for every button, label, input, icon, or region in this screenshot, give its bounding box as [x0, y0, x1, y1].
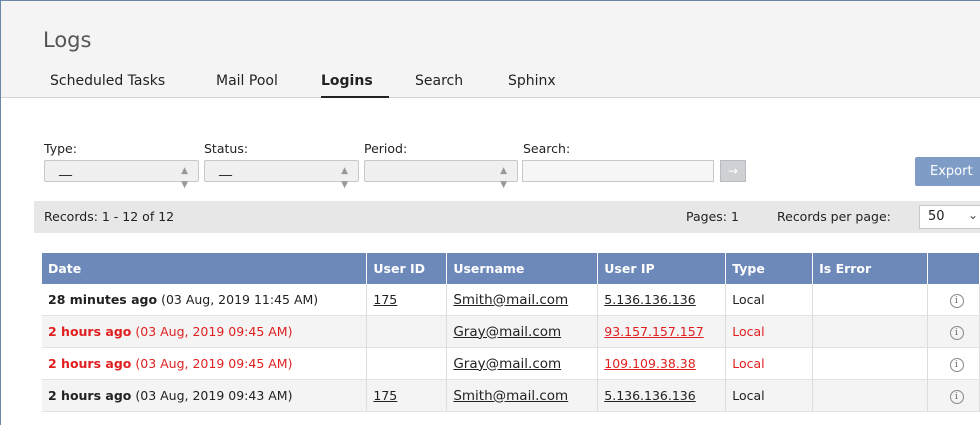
arrow-right-icon: → [727, 164, 739, 178]
logins-table: Date User ID Username User IP Type Is Er… [42, 253, 980, 412]
type-cell: Local [725, 379, 814, 412]
user-ip-link[interactable]: 109.109.38.38 [604, 356, 695, 371]
username-cell: Smith@mail.com [446, 284, 599, 316]
tab-scheduled-tasks[interactable]: Scheduled Tasks [50, 73, 165, 89]
pages-indicator: Pages: 1 [686, 209, 739, 224]
username-link[interactable]: Smith@mail.com [453, 292, 568, 308]
info-cell: i [927, 347, 980, 380]
search-input[interactable] [522, 160, 714, 182]
date-cell: 2 hours ago (03 Aug, 2019 09:43 AM) [42, 379, 368, 412]
info-icon[interactable]: i [949, 294, 964, 308]
username-link[interactable]: Gray@mail.com [453, 324, 561, 340]
search-filter-label: Search: [523, 141, 571, 156]
absolute-time: (03 Aug, 2019 09:43 AM) [135, 388, 293, 403]
relative-time: 2 hours ago [48, 388, 132, 403]
info-cell: i [927, 315, 980, 348]
column-header-is-error[interactable]: Is Error [812, 253, 928, 284]
info-cell: i [927, 284, 980, 316]
status-select-value: __ [219, 162, 232, 177]
search-go-button[interactable]: → [720, 160, 746, 182]
user-ip-cell: 93.157.157.157 [597, 315, 727, 348]
user-id-cell [366, 315, 448, 348]
username-link[interactable]: Gray@mail.com [453, 356, 561, 372]
type-cell: Local [725, 347, 814, 380]
username-link[interactable]: Smith@mail.com [453, 388, 568, 404]
relative-time: 2 hours ago [48, 324, 132, 339]
records-per-page-label: Records per page: [777, 209, 891, 224]
export-button[interactable]: Export [915, 157, 980, 186]
column-header-type[interactable]: Type [725, 253, 814, 284]
absolute-time: (03 Aug, 2019 09:45 AM) [135, 356, 293, 371]
table-row: 2 hours ago (03 Aug, 2019 09:43 AM) 175 … [42, 379, 980, 412]
user-ip-link[interactable]: 5.136.136.136 [604, 388, 695, 403]
user-id-cell [366, 347, 448, 380]
column-header-user-ip[interactable]: User IP [597, 253, 727, 284]
is-error-cell [812, 284, 928, 316]
tab-sphinx[interactable]: Sphinx [508, 73, 556, 89]
user-id-cell: 175 [366, 379, 448, 412]
absolute-time: (03 Aug, 2019 11:45 AM) [161, 292, 319, 307]
type-cell: Local [725, 284, 814, 316]
table-row: 2 hours ago (03 Aug, 2019 09:45 AM) Gray… [42, 347, 980, 380]
type-cell: Local [725, 315, 814, 348]
updown-arrow-icon: ▲ ▼ [181, 166, 188, 190]
user-ip-link[interactable]: 93.157.157.157 [604, 324, 703, 339]
tab-mail-pool[interactable]: Mail Pool [216, 73, 278, 89]
user-ip-link[interactable]: 5.136.136.136 [604, 292, 695, 307]
records-summary: Records: 1 - 12 of 12 [44, 209, 175, 224]
is-error-cell [812, 315, 928, 348]
table-row: 28 minutes ago (03 Aug, 2019 11:45 AM) 1… [42, 284, 980, 316]
info-icon[interactable]: i [949, 326, 964, 340]
updown-arrow-icon: ▲ ▼ [500, 166, 507, 190]
info-icon[interactable]: i [949, 358, 964, 372]
type-filter-label: Type: [44, 141, 77, 156]
table-header-row: Date User ID Username User IP Type Is Er… [42, 253, 980, 284]
column-header-date[interactable]: Date [42, 253, 368, 284]
user-id-link[interactable]: 175 [373, 292, 397, 307]
date-cell: 2 hours ago (03 Aug, 2019 09:45 AM) [42, 315, 368, 348]
info-cell: i [927, 379, 980, 412]
column-header-actions [927, 253, 980, 284]
active-tab-indicator [321, 96, 389, 98]
is-error-cell [812, 379, 928, 412]
is-error-cell [812, 347, 928, 380]
username-cell: Gray@mail.com [446, 347, 599, 380]
column-header-username[interactable]: Username [446, 253, 599, 284]
user-ip-cell: 5.136.136.136 [597, 284, 727, 316]
period-select[interactable]: ▲ ▼ [364, 160, 518, 190]
page-title: Logs [43, 28, 92, 52]
date-cell: 28 minutes ago (03 Aug, 2019 11:45 AM) [42, 284, 368, 316]
records-per-page-value: 50 [928, 209, 945, 224]
status-filter-label: Status: [204, 141, 249, 156]
type-select[interactable]: __ ▲ ▼ [44, 160, 199, 190]
user-ip-cell: 109.109.38.38 [597, 347, 727, 380]
tab-logins[interactable]: Logins [321, 73, 373, 89]
absolute-time: (03 Aug, 2019 09:45 AM) [135, 324, 293, 339]
date-cell: 2 hours ago (03 Aug, 2019 09:45 AM) [42, 347, 368, 380]
column-header-user-id[interactable]: User ID [366, 253, 448, 284]
type-select-value: __ [59, 162, 72, 177]
username-cell: Gray@mail.com [446, 315, 599, 348]
relative-time: 2 hours ago [48, 356, 132, 371]
status-select[interactable]: __ ▲ ▼ [204, 160, 359, 190]
records-per-page-select[interactable]: 50 ⌄ [919, 205, 980, 229]
updown-arrow-icon: ▲ ▼ [341, 166, 348, 190]
username-cell: Smith@mail.com [446, 379, 599, 412]
period-filter-label: Period: [364, 141, 408, 156]
table-row: 2 hours ago (03 Aug, 2019 09:45 AM) Gray… [42, 315, 980, 348]
user-id-cell: 175 [366, 284, 448, 316]
tab-search[interactable]: Search [415, 73, 463, 89]
user-ip-cell: 5.136.136.136 [597, 379, 727, 412]
chevron-down-icon: ⌄ [968, 208, 979, 222]
info-icon[interactable]: i [949, 390, 964, 404]
user-id-link[interactable]: 175 [373, 388, 397, 403]
relative-time: 28 minutes ago [48, 292, 158, 307]
